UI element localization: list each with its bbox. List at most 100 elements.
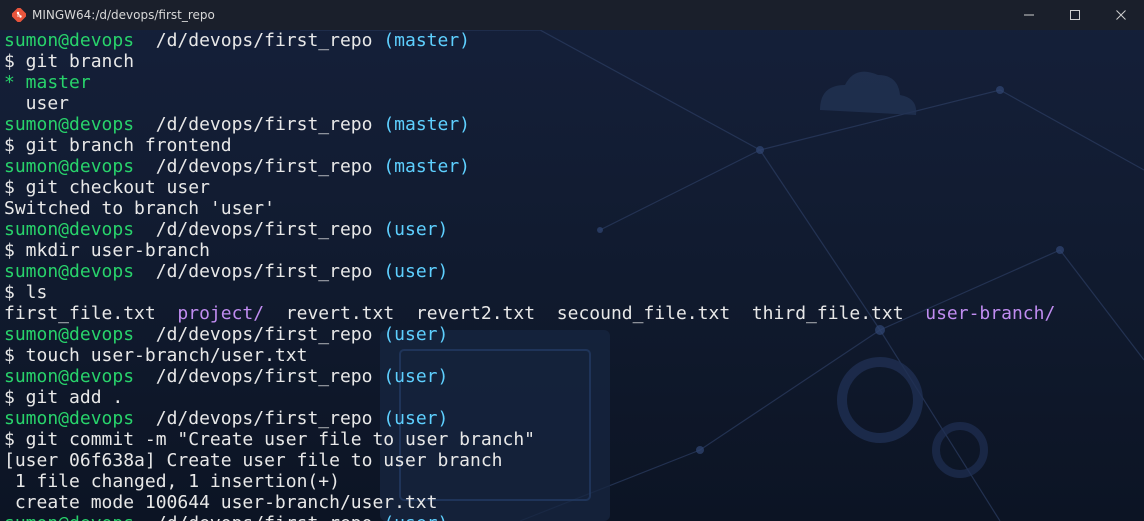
terminal-line: sumon@devops /d/devops/first_repo (user) xyxy=(4,219,1055,240)
terminal-text: $ ls xyxy=(4,282,48,303)
prompt-path: /d/devops/first_repo xyxy=(155,219,373,240)
terminal-line: 1 file changed, 1 insertion(+) xyxy=(4,471,1055,492)
prompt-path: /d/devops/first_repo xyxy=(155,408,373,429)
prompt-user: sumon@devops xyxy=(4,513,134,521)
ls-file: revert.txt xyxy=(285,303,395,324)
window-title: MINGW64:/d/devops/first_repo xyxy=(32,8,215,22)
terminal-line: $ mkdir user-branch xyxy=(4,240,1055,261)
prompt-user: sumon@devops xyxy=(4,261,135,282)
terminal-line: $ git add . xyxy=(4,387,1055,408)
terminal-line: * master xyxy=(4,72,1055,93)
maximize-icon xyxy=(1070,10,1080,20)
terminal-line: sumon@devops /d/devops/first_repo (maste… xyxy=(4,30,1055,51)
prompt-path: /d/devops/first_repo xyxy=(155,156,373,177)
ls-directory: user-branch/ xyxy=(925,303,1056,324)
terminal-text: $ git commit -m "Create user file to use… xyxy=(4,429,536,450)
terminal-text: $ git branch frontend xyxy=(4,135,232,156)
prompt-path: /d/devops/first_repo xyxy=(155,114,373,135)
prompt-path: /d/devops/first_repo xyxy=(156,513,373,521)
prompt-branch: (master) xyxy=(383,114,471,135)
terminal-line: create mode 100644 user-branch/user.txt xyxy=(4,492,1055,513)
prompt-path: /d/devops/first_repo xyxy=(155,30,373,51)
prompt-path: /d/devops/first_repo xyxy=(155,366,373,387)
prompt-user: sumon@devops xyxy=(4,408,135,429)
terminal-line: $ touch user-branch/user.txt xyxy=(4,345,1055,366)
prompt-user: sumon@devops xyxy=(4,366,135,387)
prompt-user: sumon@devops xyxy=(4,30,135,51)
prompt-path: /d/devops/first_repo xyxy=(155,261,373,282)
ls-file: first_file.txt xyxy=(4,303,156,324)
terminal-line: first_file.txt project/ revert.txt rever… xyxy=(4,303,1055,324)
terminal-line: [user 06f638a] Create user file to user … xyxy=(4,450,1055,471)
prompt-branch: (user) xyxy=(383,366,449,387)
git-bash-icon xyxy=(12,8,26,22)
terminal-text: $ git checkout user xyxy=(4,177,210,198)
current-branch-marker: * master xyxy=(4,72,91,93)
prompt-branch: (user) xyxy=(383,408,449,429)
prompt-user: sumon@devops xyxy=(4,114,135,135)
terminal-line: user xyxy=(4,93,1055,114)
prompt-user: sumon@devops xyxy=(4,219,135,240)
prompt-branch: (master) xyxy=(383,30,471,51)
terminal-text: $ git add . xyxy=(4,387,124,408)
terminal-text: create mode 100644 user-branch/user.txt xyxy=(4,492,438,513)
prompt-branch: (user) xyxy=(383,513,448,521)
ls-directory: project/ xyxy=(177,303,265,324)
minimize-button[interactable] xyxy=(1006,0,1052,30)
ls-file: secound_file.txt xyxy=(556,303,731,324)
terminal-output-area[interactable]: sumon@devops /d/devops/first_repo (maste… xyxy=(0,30,1144,521)
terminal-text: Switched to branch 'user' xyxy=(4,198,275,219)
title-bar[interactable]: MINGW64:/d/devops/first_repo xyxy=(0,0,1144,30)
prompt-user: sumon@devops xyxy=(4,324,135,345)
terminal-lines: sumon@devops /d/devops/first_repo (maste… xyxy=(4,30,1055,521)
prompt-branch: (user) xyxy=(383,261,449,282)
terminal-line: sumon@devops /d/devops/first_repo (user) xyxy=(4,261,1055,282)
terminal-line: $ git branch xyxy=(4,51,1055,72)
terminal-line: sumon@devops /d/devops/first_repo (user) xyxy=(4,366,1055,387)
prompt-branch: (user) xyxy=(383,219,449,240)
terminal-line: sumon@devops /d/devops/first_repo (maste… xyxy=(4,156,1055,177)
terminal-text: [user 06f638a] Create user file to user … xyxy=(4,450,503,471)
terminal-text: user xyxy=(4,93,70,114)
terminal-text: 1 file changed, 1 insertion(+) xyxy=(4,471,340,492)
maximize-button[interactable] xyxy=(1052,0,1098,30)
prompt-user: sumon@devops xyxy=(4,156,135,177)
prompt-branch: (user) xyxy=(383,324,449,345)
close-button[interactable] xyxy=(1098,0,1144,30)
terminal-line: $ git checkout user xyxy=(4,177,1055,198)
terminal-line: Switched to branch 'user' xyxy=(4,198,1055,219)
terminal-line: sumon@devops /d/devops/first_repo (user) xyxy=(4,324,1055,345)
terminal-line: sumon@devops /d/devops/first_repo (maste… xyxy=(4,114,1055,135)
terminal-line: $ git branch frontend xyxy=(4,135,1055,156)
terminal-line: sumon@devops /d/devops/first_repo (user) xyxy=(4,408,1055,429)
terminal-text: $ touch user-branch/user.txt xyxy=(4,345,308,366)
ls-file: revert2.txt xyxy=(415,303,536,324)
prompt-path: /d/devops/first_repo xyxy=(155,324,373,345)
terminal-line: sumon@devops /d/devops/first_repo (user) xyxy=(4,513,1055,521)
minimize-icon xyxy=(1024,14,1034,16)
close-icon xyxy=(1116,10,1126,20)
ls-file: third_file.txt xyxy=(751,303,904,324)
